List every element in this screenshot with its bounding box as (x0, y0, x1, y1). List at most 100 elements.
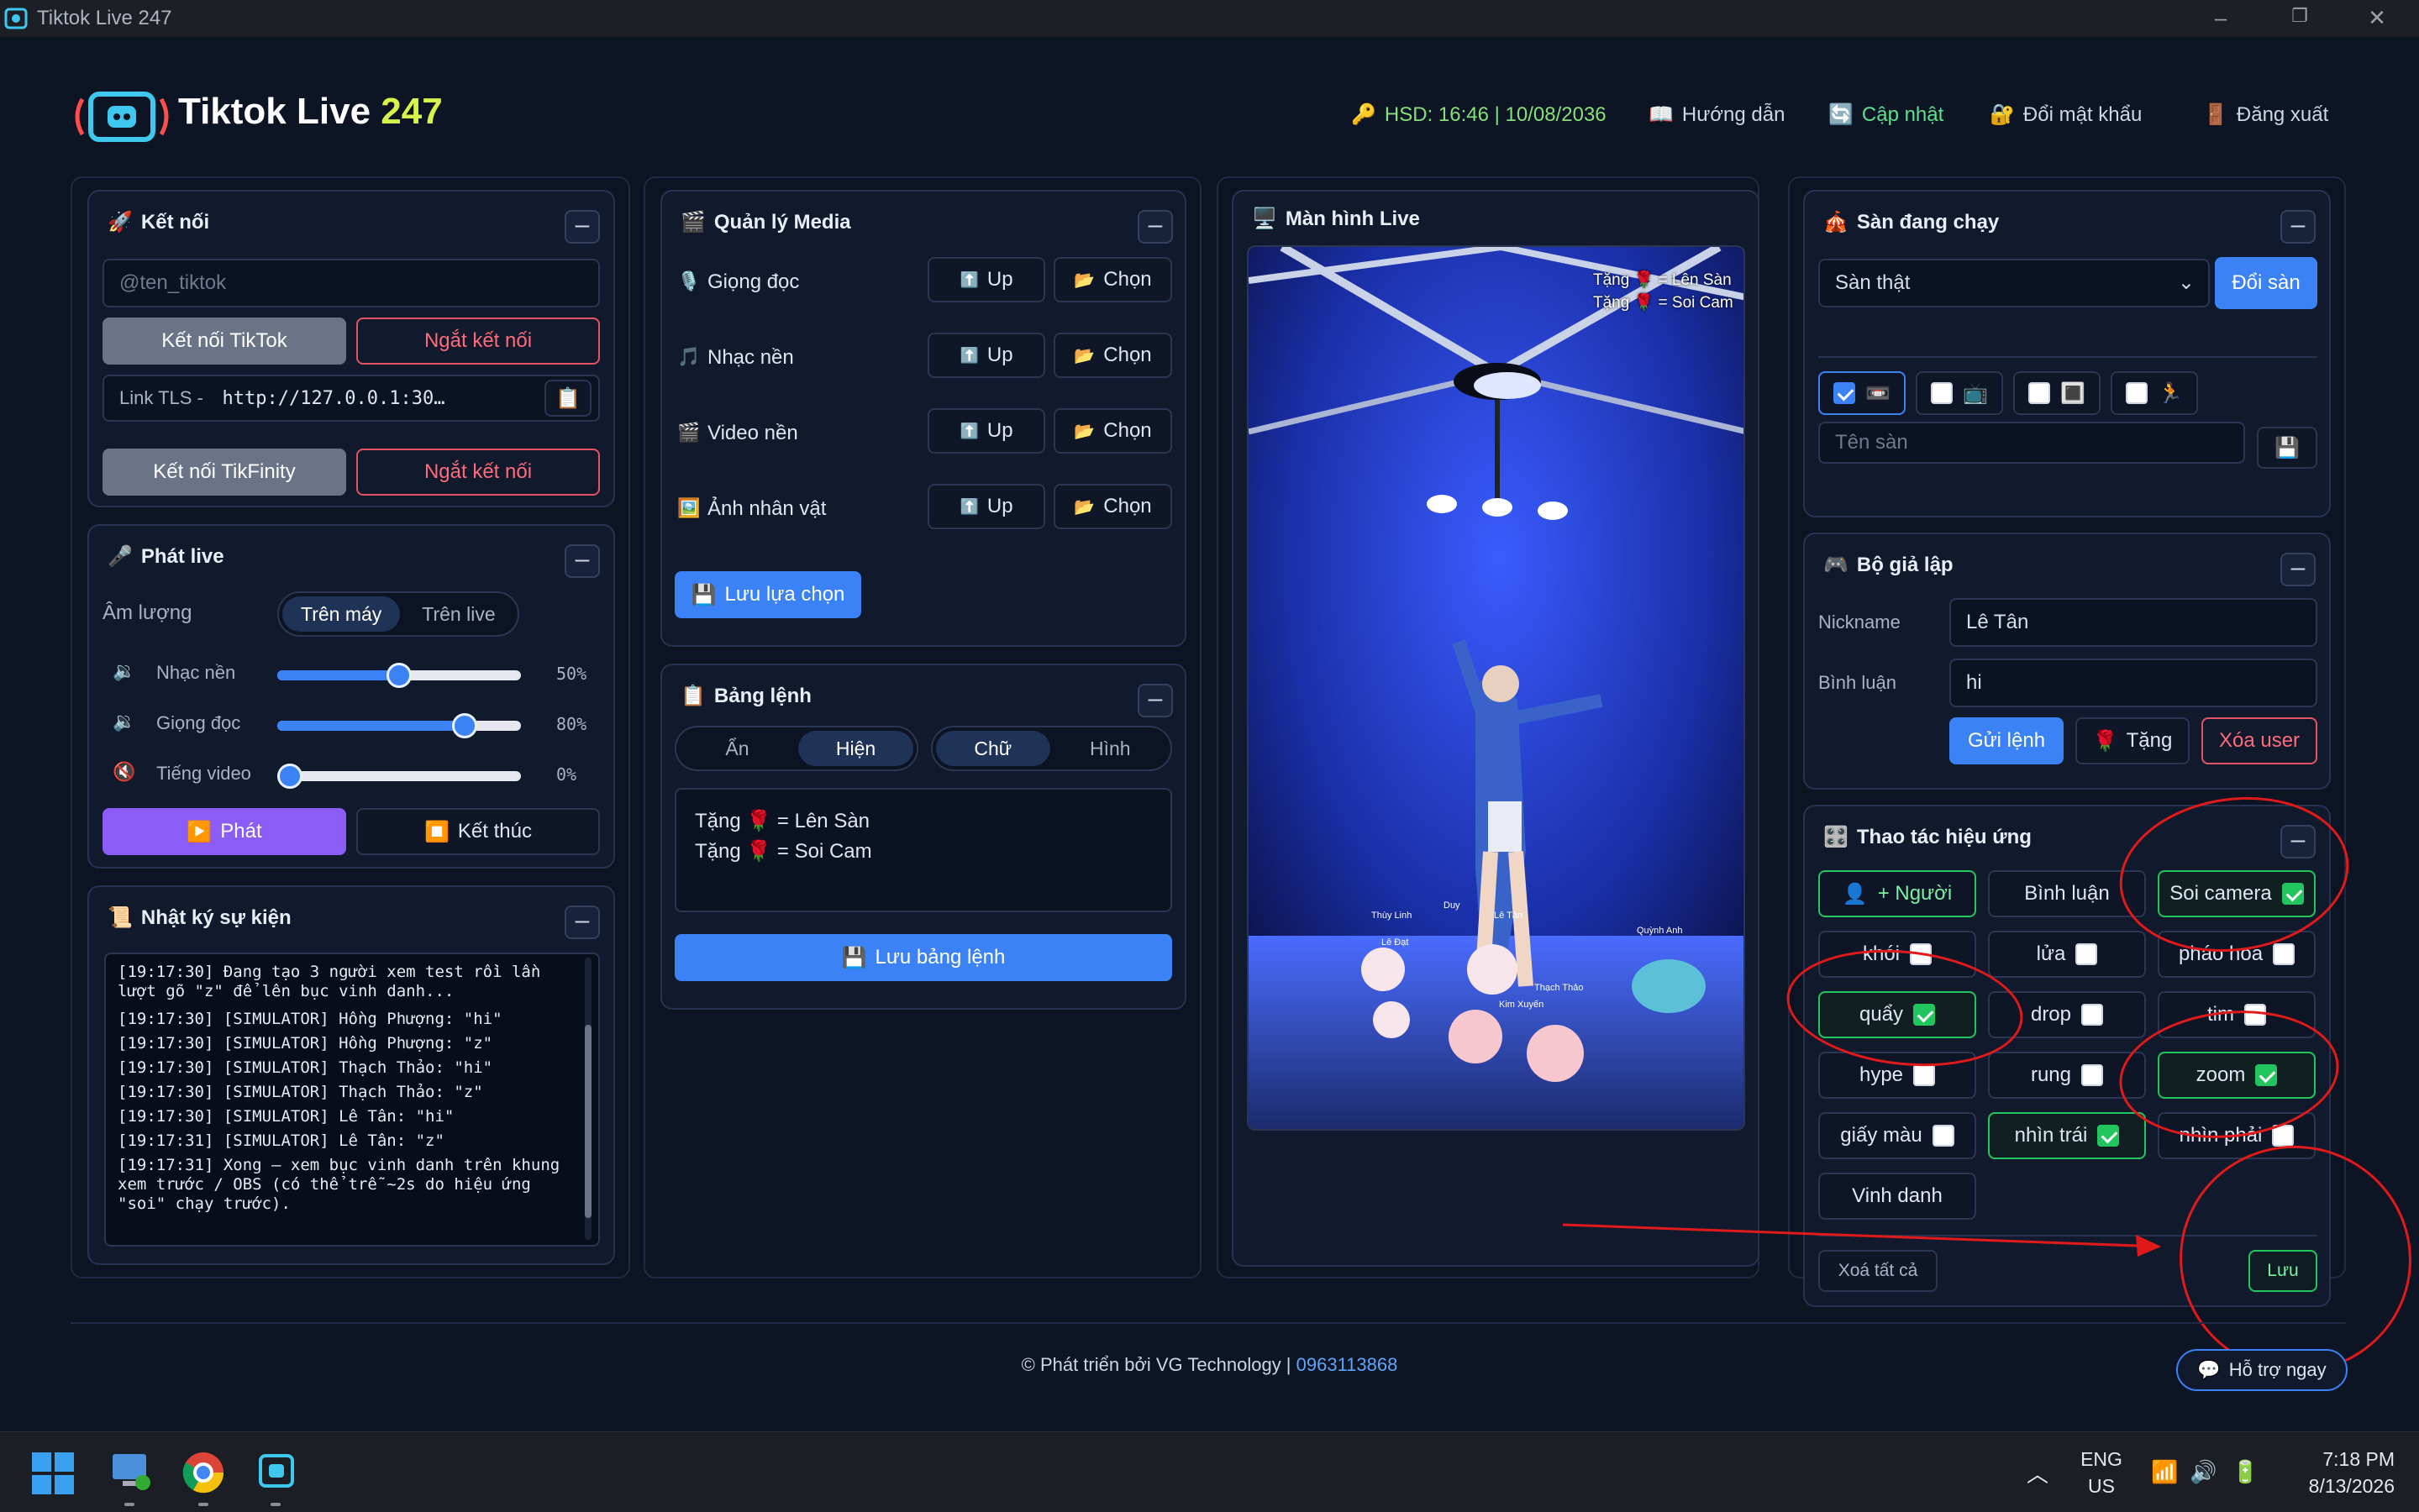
choose-button[interactable]: 📂 Chọn (1054, 408, 1172, 454)
seg-machine[interactable]: Trên máy (282, 596, 401, 632)
footer-text: © Phát triển bởi VG Technology | 0963113… (1021, 1354, 1398, 1375)
disconnect-tiktok-button[interactable]: Ngắt kết nối (356, 318, 600, 365)
language-indicator[interactable]: ENG US (2072, 1446, 2131, 1499)
checkbox[interactable] (2075, 943, 2098, 965)
change-stage-button[interactable]: Đổi sàn (2215, 257, 2317, 309)
effect-toggle[interactable]: giấy màu (1818, 1112, 1976, 1159)
wifi-icon[interactable]: 📶 (2151, 1459, 2178, 1485)
window-title: Tiktok Live 247 (37, 7, 172, 29)
collapse-button[interactable]: – (565, 210, 600, 244)
stage-type-3[interactable]: 🔳 (2013, 371, 2101, 415)
tiktok-live-app-icon[interactable] (255, 1452, 297, 1491)
monitor-icon: 🖥️ (1252, 207, 1277, 230)
chrome-icon[interactable] (181, 1451, 225, 1494)
log-line: [19:17:30] [SIMULATOR] Hồng Phượng: "hi" (118, 1010, 502, 1028)
slider-label: Giọng đọc (156, 712, 241, 733)
stop-icon: ⏹️ (424, 820, 450, 843)
nickname-input[interactable]: Lê Tân (1949, 598, 2317, 647)
upload-button[interactable]: ⬆️ Up (928, 408, 1045, 454)
checkbox[interactable] (1913, 1064, 1936, 1086)
chevron-up-icon[interactable]: ︿ (2027, 1457, 2048, 1488)
refresh-icon: 🔄 (1828, 103, 1854, 126)
collapse-button[interactable]: – (2280, 553, 2316, 586)
choose-button[interactable]: 📂 Chọn (1054, 257, 1172, 302)
computer-app-icon[interactable] (109, 1451, 153, 1493)
collapse-button[interactable]: – (2280, 210, 2316, 244)
upload-button[interactable]: ⬆️ Up (928, 333, 1045, 378)
volume-icon[interactable]: 🔊 (2190, 1459, 2217, 1485)
visibility-toggle[interactable]: Ẩn Hiện (675, 726, 918, 771)
windows-start-icon[interactable] (32, 1452, 74, 1494)
choose-button[interactable]: 📂 Chọn (1054, 484, 1172, 529)
collapse-button[interactable]: – (565, 544, 600, 578)
viewer-name: Duy (1444, 900, 1460, 911)
connect-tiktok-button[interactable]: Kết nối TikTok (103, 318, 346, 365)
stage-type-4[interactable]: 🏃 (2111, 371, 2198, 415)
stage-type-1[interactable]: 📼 (1818, 371, 1906, 415)
viewer-name: Quỳnh Anh (1637, 926, 1683, 936)
checkbox[interactable] (1932, 1125, 1954, 1147)
gift-button[interactable]: 🌹 Tặng (2075, 717, 2190, 764)
event-log-list[interactable]: [19:17:30] Đang tạo 3 người xem test rồi… (104, 953, 600, 1247)
floppy-icon: 💾 (2274, 436, 2300, 459)
volume-slider[interactable] (277, 663, 521, 688)
disconnect-tikfinity-button[interactable]: Ngắt kết nối (356, 449, 600, 496)
tls-link-field[interactable]: Link TLS - http://127.0.0.1:30… (103, 375, 600, 422)
window-titlebar: Tiktok Live 247 – ❐ ✕ (0, 0, 2419, 37)
checkbox[interactable] (2081, 1004, 2104, 1026)
commands-textarea[interactable]: Tặng 🌹 = Lên Sàn Tặng 🌹 = Soi Cam (675, 788, 1172, 912)
checkbox[interactable] (2273, 943, 2295, 965)
minimize-icon[interactable]: – (2208, 5, 2233, 30)
speaker-icon: 🔉 (113, 711, 136, 732)
screen-icon: 📺 (1963, 381, 1988, 405)
volume-target-toggle[interactable]: Trên máy Trên live (277, 591, 519, 637)
checkbox[interactable] (2097, 1125, 2120, 1147)
support-button[interactable]: 💬 Hỗ trợ ngay (2176, 1349, 2348, 1391)
battery-icon[interactable]: 🔋 (2232, 1459, 2259, 1485)
save-selection-button[interactable]: 💾 Lưu lựa chọn (675, 571, 861, 618)
effect-toggle[interactable]: lửa (1988, 931, 2146, 978)
tiktok-username-input[interactable]: @ten_tiktok (103, 259, 600, 307)
guide-link[interactable]: 📖 Hướng dẫn (1649, 102, 1785, 127)
play-button[interactable]: ▶️ Phát (103, 808, 346, 855)
volume-slider[interactable] (277, 764, 521, 789)
seg-hide[interactable]: Ẩn (680, 731, 795, 766)
add-person-button[interactable]: 👤 + Người (1818, 870, 1976, 917)
collapse-button[interactable]: – (1138, 684, 1173, 717)
checkbox[interactable] (2081, 1064, 2104, 1086)
close-icon[interactable]: ✕ (2364, 5, 2390, 30)
logout-link[interactable]: 🚪 Đăng xuất (2203, 102, 2328, 127)
seg-text[interactable]: Chữ (936, 731, 1050, 766)
collapse-button[interactable]: – (1138, 210, 1173, 244)
connect-tikfinity-button[interactable]: Kết nối TikFinity (103, 449, 346, 496)
change-password-link[interactable]: 🔐 Đổi mật khẩu (1990, 102, 2142, 127)
seg-live[interactable]: Trên live (403, 596, 513, 632)
save-stage-button[interactable]: 💾 (2257, 427, 2317, 469)
choose-button[interactable]: 📂 Chọn (1054, 333, 1172, 378)
update-link[interactable]: 🔄 Cập nhật (1828, 102, 1943, 127)
seg-image[interactable]: Hình (1054, 731, 1168, 766)
delete-user-button[interactable]: Xóa user (2201, 717, 2317, 764)
phone-link[interactable]: 0963113868 (1296, 1354, 1398, 1375)
upload-button[interactable]: ⬆️ Up (928, 484, 1045, 529)
stage-type-2[interactable]: 📺 (1916, 371, 2003, 415)
stage-name-input[interactable]: Tên sàn (1818, 422, 2245, 464)
clipboard-icon[interactable]: 📋 (544, 380, 592, 417)
log-scrollbar[interactable] (585, 958, 592, 1240)
display-mode-toggle[interactable]: Chữ Hình (931, 726, 1172, 771)
stage-select[interactable]: Sàn thật ⌄ (1818, 259, 2210, 307)
seg-show[interactable]: Hiện (798, 731, 913, 766)
send-command-button[interactable]: Gửi lệnh (1949, 717, 2064, 764)
collapse-button[interactable]: – (565, 906, 600, 939)
volume-slider[interactable] (277, 713, 521, 738)
live-overlay-text: Tặng 🌹 = Lên Sàn Tặng 🌹 = Soi Cam (1593, 271, 1733, 312)
effect-toggle[interactable]: nhìn trái (1988, 1112, 2146, 1159)
upload-button[interactable]: ⬆️ Up (928, 257, 1045, 302)
save-commands-button[interactable]: 💾 Lưu bảng lệnh (675, 934, 1172, 981)
film-icon: 📼 (1865, 381, 1891, 405)
restore-icon[interactable]: ❐ (2287, 5, 2312, 30)
comment-input[interactable]: hi (1949, 659, 2317, 707)
clock[interactable]: 7:18 PM 8/13/2026 (2269, 1446, 2395, 1499)
runner-icon: 🏃 (2158, 381, 2183, 405)
stop-button[interactable]: ⏹️ Kết thúc (356, 808, 600, 855)
